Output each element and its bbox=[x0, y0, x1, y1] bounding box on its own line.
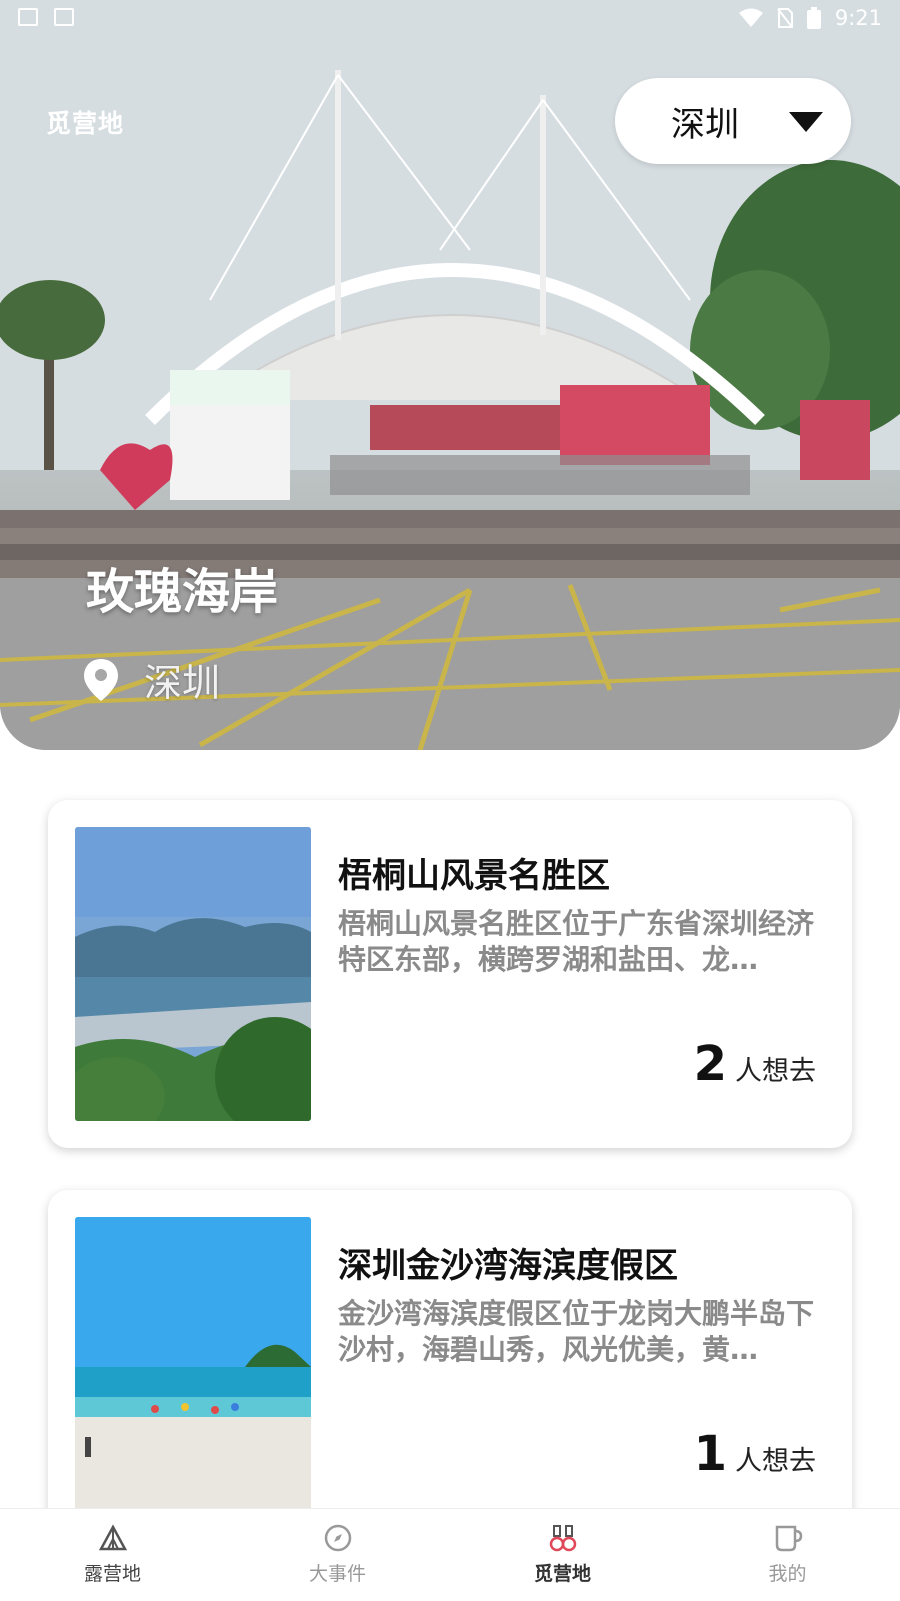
app-notification-icon bbox=[54, 8, 74, 26]
want-count-label: 人想去 bbox=[735, 1446, 816, 1477]
nav-label: 我的 bbox=[768, 1563, 807, 1585]
dropdown-arrow-icon bbox=[789, 112, 823, 132]
wifi-icon bbox=[738, 8, 763, 27]
nav-item-events[interactable]: 大事件 bbox=[225, 1509, 450, 1601]
location-pin-icon bbox=[84, 658, 118, 701]
nav-label: 大事件 bbox=[308, 1563, 366, 1585]
hero-location: 深圳 bbox=[84, 652, 220, 707]
want-to-go-count: 1 人想去 bbox=[694, 1426, 816, 1482]
campsite-card[interactable]: 梧桐山风景名胜区 梧桐山风景名胜区位于广东省深圳经济特区东部，横跨罗湖和盐田、龙… bbox=[48, 800, 852, 1148]
nav-item-find-campsite[interactable]: 觅营地 bbox=[450, 1509, 675, 1601]
status-time: 9:21 bbox=[834, 6, 882, 30]
card-title: 深圳金沙湾海滨度假区 bbox=[338, 1246, 678, 1286]
city-dropdown-value: 深圳 bbox=[671, 104, 739, 145]
cup-icon bbox=[775, 1525, 802, 1552]
hero-title: 玫瑰海岸 bbox=[86, 564, 279, 620]
hero-banner[interactable]: 9:21 觅营地 深圳 玫瑰海岸 深圳 bbox=[0, 0, 900, 750]
compass-icon bbox=[324, 1524, 351, 1552]
nav-label: 觅营地 bbox=[533, 1563, 591, 1585]
gallery-notification-icon bbox=[18, 8, 38, 26]
card-description: 梧桐山风景名胜区位于广东省深圳经济特区东部，横跨罗湖和盐田、龙… bbox=[338, 907, 815, 976]
card-image bbox=[75, 827, 311, 1121]
card-image bbox=[75, 1217, 311, 1511]
want-count-number: 2 bbox=[693, 1036, 727, 1092]
tent-icon bbox=[98, 1524, 127, 1551]
battery-icon bbox=[806, 7, 821, 29]
status-bar: 9:21 bbox=[0, 0, 900, 36]
campsite-card[interactable]: 深圳金沙湾海滨度假区 金沙湾海滨度假区位于龙岗大鹏半岛下沙村，海碧山秀，风光优美… bbox=[48, 1190, 852, 1538]
want-to-go-count: 2 人想去 bbox=[694, 1036, 816, 1092]
want-count-number: 1 bbox=[693, 1426, 727, 1482]
city-dropdown[interactable]: 深圳 bbox=[615, 78, 851, 164]
hero-location-text: 深圳 bbox=[144, 661, 221, 705]
bottom-nav: 露营地 大事件 觅营地 我的 bbox=[0, 1508, 900, 1601]
nav-item-campsites[interactable]: 露营地 bbox=[0, 1509, 225, 1601]
nav-label: 露营地 bbox=[83, 1563, 141, 1585]
card-title: 梧桐山风景名胜区 bbox=[338, 856, 610, 896]
no-sim-icon bbox=[777, 8, 793, 28]
want-count-label: 人想去 bbox=[735, 1056, 816, 1087]
binoculars-icon bbox=[549, 1525, 576, 1552]
page-title: 觅营地 bbox=[46, 109, 125, 138]
nav-item-profile[interactable]: 我的 bbox=[675, 1509, 900, 1601]
card-description: 金沙湾海滨度假区位于龙岗大鹏半岛下沙村，海碧山秀，风光优美，黄… bbox=[338, 1297, 815, 1366]
